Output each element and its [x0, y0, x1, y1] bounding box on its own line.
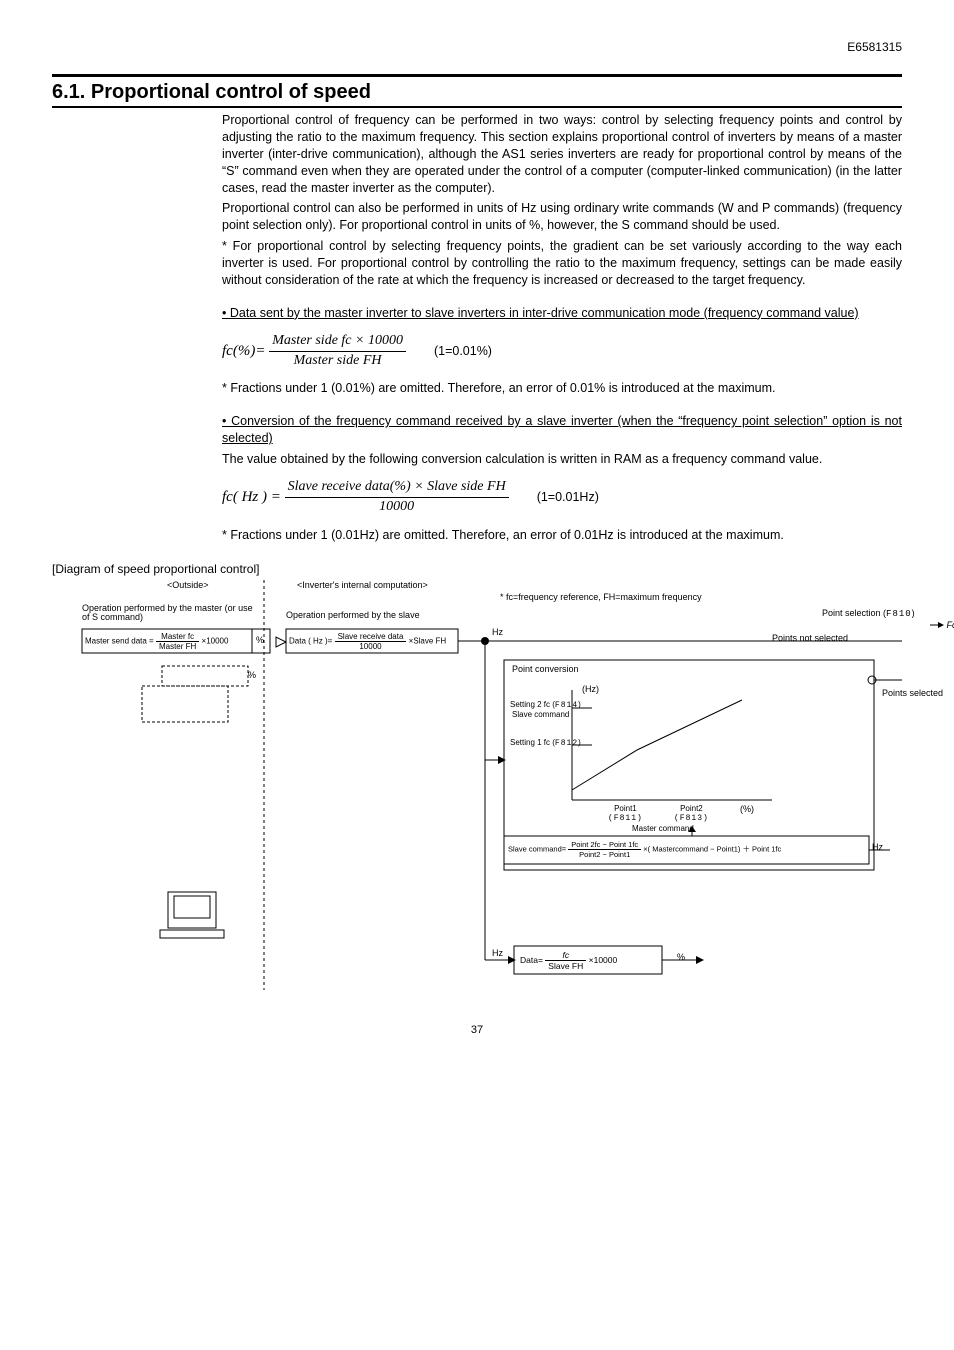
section-heading: 6.1. Proportional control of speed [52, 74, 902, 108]
label-point-conversion: Point conversion [512, 664, 579, 674]
paragraph-3: * For proportional control by selecting … [222, 238, 902, 289]
eq2-aside: (1=0.01Hz) [537, 489, 599, 506]
note-1: * Fractions under 1 (0.01%) are omitted.… [222, 380, 902, 397]
page: E6581315 6.1. Proportional control of sp… [0, 0, 954, 1076]
eq1-aside: (1=0.01%) [434, 343, 492, 360]
equation-fc-hz: fc( Hz ) = Slave receive data(%) × Slave… [222, 478, 902, 517]
label-selected: Points selected [882, 688, 943, 698]
body-column: Proportional control of frequency can be… [222, 112, 902, 544]
master-send-eq: Master send data = Master fcMaster FH ×1… [85, 632, 228, 651]
slave-command-equation: Slave command= Point 2fc − Point 1fcPoin… [508, 840, 781, 859]
label-pct-3: % [677, 952, 685, 962]
eq1-num: Master side fc × 10000 [269, 332, 406, 352]
label-op-slave: Operation performed by the slave [286, 610, 420, 620]
diagram: <Outside> <Inverter's internal computati… [52, 580, 902, 1000]
label-outside: <Outside> [167, 580, 209, 590]
label-point1: Point1(F811) [608, 804, 643, 823]
label-point2: Point2(F813) [674, 804, 709, 823]
label-pct-2: % [248, 670, 256, 680]
page-number: 37 [52, 1024, 902, 1036]
label-setting1: Setting 1 fc (F812) [510, 738, 581, 748]
bottom-data-equation: Data= fcSlave FH ×10000 [520, 950, 617, 971]
label-fc-hz: Fc (Hz) [930, 620, 954, 631]
doc-id: E6581315 [52, 40, 902, 54]
label-percent-box: % [256, 635, 264, 645]
equation-fc-percent: fc(%)= Master side fc × 10000 Master sid… [222, 332, 902, 371]
eq2-den: 10000 [285, 498, 509, 517]
label-op-master: Operation performed by the master (or us… [82, 604, 258, 624]
label-internal: <Inverter's internal computation> [297, 580, 428, 590]
label-hz-3: Hz [492, 948, 503, 958]
label-axis-hz: (Hz) [582, 684, 599, 694]
paragraph-2: Proportional control can also be perform… [222, 200, 902, 234]
paragraph-4: The value obtained by the following conv… [222, 451, 902, 468]
eq1-lhs: fc(%) [222, 342, 255, 358]
bullet-conversion: • Conversion of the frequency command re… [222, 413, 902, 447]
eq2-num: Slave receive data(%) × Slave side FH [285, 478, 509, 498]
note-2: * Fractions under 1 (0.01Hz) are omitted… [222, 527, 902, 544]
label-setting2: Setting 2 fc (F814) [510, 700, 581, 710]
label-master-command: Master command [632, 824, 694, 833]
slave-eq-in-box: Data ( Hz )= Slave receive data10000 ×Sl… [289, 632, 446, 651]
diagram-title: [Diagram of speed proportional control] [52, 562, 902, 576]
label-slave-command-axis: Slave command [512, 710, 569, 719]
eq1-den: Master side FH [269, 352, 406, 371]
bullet-data-sent: • Data sent by the master inverter to sl… [222, 305, 902, 322]
label-axis-pct: (%) [740, 804, 754, 814]
eq2-lhs: fc( Hz ) [222, 489, 267, 505]
paragraph-1: Proportional control of frequency can be… [222, 112, 902, 196]
label-hz-2: Hz [872, 842, 883, 852]
label-legend: * fc=frequency reference, FH=maximum fre… [500, 592, 702, 602]
label-point-selection: Point selection (F810) [822, 608, 915, 619]
label-not-selected: Points not selected [772, 633, 848, 643]
label-hz-1: Hz [492, 627, 503, 637]
